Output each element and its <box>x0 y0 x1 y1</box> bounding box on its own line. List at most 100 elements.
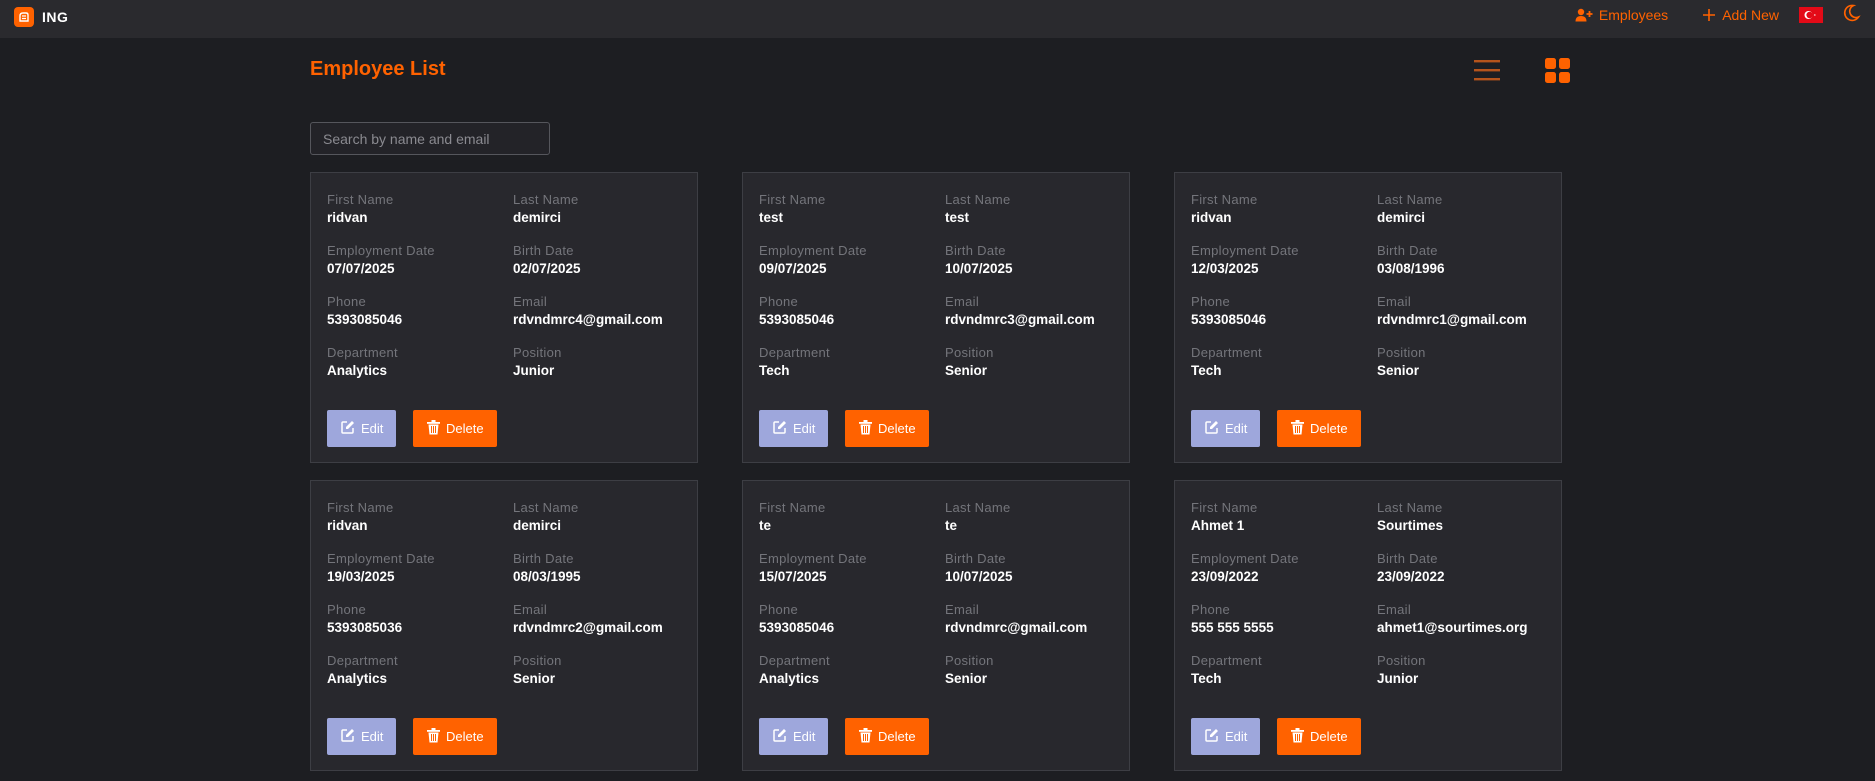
top-navbar: ING Employees Add New <box>0 0 1875 38</box>
position-value: Senior <box>945 671 988 686</box>
edit-icon <box>1205 420 1219 437</box>
nav-add-new-link[interactable]: Add New <box>1702 7 1779 23</box>
department-value: Analytics <box>327 363 388 378</box>
phone-label: Phone <box>327 294 367 309</box>
department-value: Tech <box>759 363 790 378</box>
trash-icon <box>427 419 440 438</box>
edit-icon <box>773 420 787 437</box>
first-name-value: ridvan <box>327 210 368 225</box>
email-label: Email <box>1377 602 1412 617</box>
nav-employees-label: Employees <box>1598 7 1669 23</box>
last-name-value: Sourtimes <box>1377 518 1444 533</box>
last-name-field: Last Name te <box>945 499 1119 536</box>
grid-view-icon[interactable] <box>1545 58 1571 89</box>
department-field: Department Analytics <box>327 652 513 689</box>
email-label: Email <box>513 294 548 309</box>
employee-fields: First Name test Last Name test Employmen… <box>759 191 1119 381</box>
department-label: Department <box>327 653 398 668</box>
phone-field: Phone 5393085046 <box>759 293 945 330</box>
department-field: Department Analytics <box>327 344 513 381</box>
employment-date-label: Employment Date <box>1191 243 1299 258</box>
position-value: Junior <box>1377 671 1419 686</box>
last-name-field: Last Name test <box>945 191 1119 228</box>
edit-button[interactable]: Edit <box>327 410 396 447</box>
last-name-value: test <box>945 210 970 225</box>
edit-button[interactable]: Edit <box>1191 718 1260 755</box>
card-actions: Edit Delete <box>759 718 929 755</box>
department-value: Tech <box>1191 671 1222 686</box>
birth-date-value: 10/07/2025 <box>945 569 1013 584</box>
department-field: Department Tech <box>1191 344 1377 381</box>
email-field: Email rdvndmrc1@gmail.com <box>1377 293 1551 330</box>
birth-date-label: Birth Date <box>945 243 1006 258</box>
turkey-flag-icon[interactable] <box>1799 7 1823 23</box>
email-label: Email <box>945 294 980 309</box>
phone-field: Phone 5393085046 <box>1191 293 1377 330</box>
position-label: Position <box>1377 345 1426 360</box>
employment-date-value: 15/07/2025 <box>759 569 827 584</box>
birth-date-label: Birth Date <box>1377 551 1438 566</box>
department-value: Analytics <box>327 671 388 686</box>
brand[interactable]: ING <box>14 7 68 27</box>
delete-button[interactable]: Delete <box>1277 410 1361 447</box>
phone-label: Phone <box>759 602 799 617</box>
edit-button[interactable]: Edit <box>327 718 396 755</box>
employee-card: First Name ridvan Last Name demirci Empl… <box>1174 172 1562 463</box>
birth-date-label: Birth Date <box>513 551 574 566</box>
edit-label: Edit <box>361 421 384 436</box>
nav-employees-link[interactable]: Employees <box>1575 7 1668 23</box>
delete-button[interactable]: Delete <box>845 410 929 447</box>
search-input[interactable] <box>310 122 550 155</box>
position-field: Position Junior <box>1377 652 1551 689</box>
phone-value: 5393085046 <box>759 312 835 327</box>
delete-button[interactable]: Delete <box>413 410 497 447</box>
trash-icon <box>1291 419 1304 438</box>
first-name-label: First Name <box>1191 500 1258 515</box>
edit-button[interactable]: Edit <box>1191 410 1260 447</box>
first-name-value: ridvan <box>327 518 368 533</box>
edit-label: Edit <box>1225 729 1248 744</box>
employment-date-value: 23/09/2022 <box>1191 569 1259 584</box>
email-field: Email ahmet1@sourtimes.org <box>1377 601 1551 638</box>
department-label: Department <box>327 345 398 360</box>
employment-date-field: Employment Date 19/03/2025 <box>327 550 513 587</box>
first-name-field: First Name test <box>759 191 945 228</box>
first-name-value: ridvan <box>1191 210 1232 225</box>
position-field: Position Senior <box>945 652 1119 689</box>
edit-button[interactable]: Edit <box>759 718 828 755</box>
trash-icon <box>859 419 872 438</box>
employee-fields: First Name Ahmet 1 Last Name Sourtimes E… <box>1191 499 1551 689</box>
email-value: rdvndmrc@gmail.com <box>945 620 1088 635</box>
phone-field: Phone 5393085036 <box>327 601 513 638</box>
first-name-field: First Name ridvan <box>327 499 513 536</box>
first-name-value: te <box>759 518 772 533</box>
employee-fields: First Name ridvan Last Name demirci Empl… <box>327 499 687 689</box>
edit-button[interactable]: Edit <box>759 410 828 447</box>
last-name-value: demirci <box>513 210 562 225</box>
first-name-field: First Name te <box>759 499 945 536</box>
delete-button[interactable]: Delete <box>1277 718 1361 755</box>
phone-field: Phone 5393085046 <box>759 601 945 638</box>
last-name-field: Last Name Sourtimes <box>1377 499 1551 536</box>
position-value: Senior <box>1377 363 1420 378</box>
phone-field: Phone 5393085046 <box>327 293 513 330</box>
employment-date-value: 07/07/2025 <box>327 261 395 276</box>
phone-field: Phone 555 555 5555 <box>1191 601 1377 638</box>
birth-date-value: 02/07/2025 <box>513 261 581 276</box>
delete-button[interactable]: Delete <box>845 718 929 755</box>
moon-icon[interactable] <box>1841 3 1861 28</box>
employee-card: First Name test Last Name test Employmen… <box>742 172 1130 463</box>
list-view-icon[interactable] <box>1474 58 1500 87</box>
delete-button[interactable]: Delete <box>413 718 497 755</box>
employee-fields: First Name ridvan Last Name demirci Empl… <box>327 191 687 381</box>
first-name-label: First Name <box>759 192 826 207</box>
trash-icon <box>859 727 872 746</box>
birth-date-value: 10/07/2025 <box>945 261 1013 276</box>
last-name-label: Last Name <box>945 500 1011 515</box>
department-field: Department Tech <box>759 344 945 381</box>
birth-date-label: Birth Date <box>945 551 1006 566</box>
employment-date-label: Employment Date <box>327 243 435 258</box>
edit-icon <box>341 420 355 437</box>
first-name-field: First Name Ahmet 1 <box>1191 499 1377 536</box>
employee-card-grid: First Name ridvan Last Name demirci Empl… <box>310 172 1562 771</box>
